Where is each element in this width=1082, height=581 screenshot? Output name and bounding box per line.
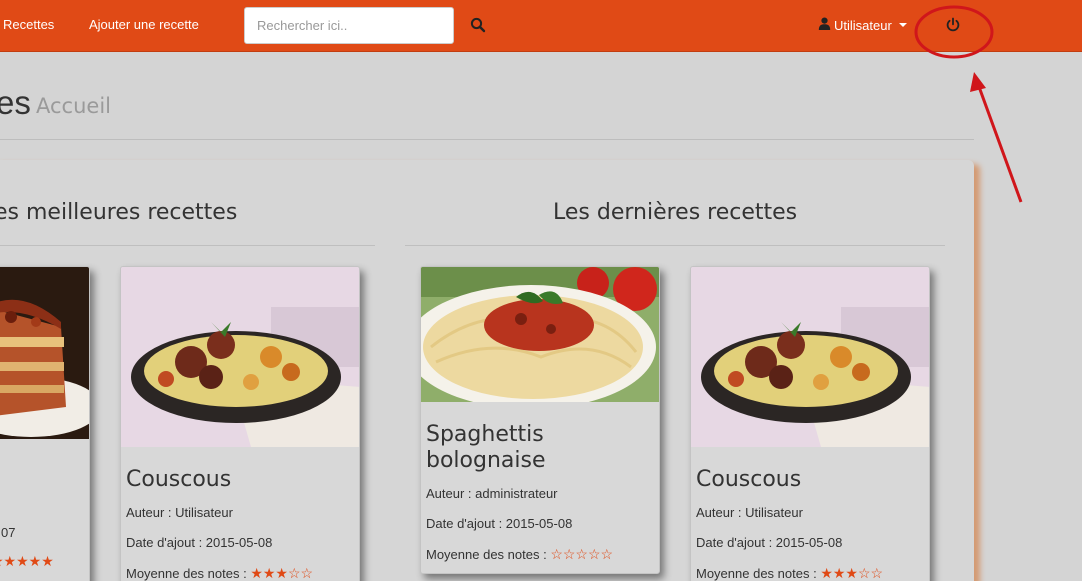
annotation-arrowhead: [970, 72, 986, 92]
recipe-date: Date d'ajout : 2015-05-08: [696, 535, 843, 550]
recipe-author: Auteur : Utilisateur: [696, 505, 803, 520]
best-recipes-divider: [0, 245, 375, 246]
page-subtitle: Accueil: [36, 94, 111, 118]
recipe-rating-label: Moyenne des notes :: [696, 566, 817, 581]
nav-recettes-link[interactable]: Recettes: [3, 17, 54, 32]
search-input[interactable]: [244, 7, 454, 44]
user-menu-label: Utilisateur: [834, 17, 892, 33]
best-recipes-title: es meilleures recettes: [0, 200, 238, 225]
recipe-title[interactable]: Couscous: [126, 467, 231, 493]
search-icon[interactable]: [469, 16, 487, 34]
recipe-author: Auteur : Utilisateur: [126, 505, 233, 520]
annotation-arrow: [976, 83, 1023, 203]
top-navbar: Recettes Ajouter une recette Utilisateur: [0, 0, 1082, 52]
recipe-date: Date d'ajout : 2015-05-08: [126, 535, 273, 550]
recipe-title[interactable]: Spaghettis bolognaise: [426, 422, 659, 474]
latest-recipes-title: Les dernières recettes: [553, 200, 798, 225]
recipe-rating-stars: ★★★☆☆: [820, 565, 884, 581]
recipe-rating: Moyenne des notes : ★★★☆☆: [126, 565, 313, 581]
recipe-title[interactable]: Couscous: [696, 467, 801, 493]
recipe-card-lasagna[interactable]: 07 ★★★★★: [0, 266, 90, 581]
recipe-date-fragment: 07: [1, 525, 16, 540]
header-divider: [0, 139, 974, 140]
user-icon: [818, 17, 831, 33]
recipe-card-spaghettis[interactable]: Spaghettis bolognaise Auteur : administr…: [420, 266, 660, 574]
recipe-rating-label: Moyenne des notes :: [426, 547, 547, 562]
recipe-rating: Moyenne des notes : ★★★☆☆: [696, 565, 883, 581]
latest-recipes-divider: [405, 245, 945, 246]
recipe-card-couscous-best[interactable]: Couscous Auteur : Utilisateur Date d'ajo…: [120, 266, 360, 581]
recipe-card-couscous-latest[interactable]: Couscous Auteur : Utilisateur Date d'ajo…: [690, 266, 930, 581]
recipe-image-lasagna: [0, 267, 89, 439]
recipe-rating-stars: ☆☆☆☆☆: [550, 546, 614, 562]
caret-down-icon: [898, 23, 907, 27]
user-menu-dropdown[interactable]: Utilisateur: [818, 17, 907, 33]
recipe-date: Date d'ajout : 2015-05-08: [426, 516, 573, 531]
power-icon[interactable]: [944, 16, 962, 34]
nav-add-recipe-link[interactable]: Ajouter une recette: [89, 17, 199, 32]
recipe-rating-stars: ★★★☆☆: [250, 565, 314, 581]
page-title: es: [0, 84, 31, 121]
recipe-rating-label: Moyenne des notes :: [126, 566, 247, 581]
recipe-rating-stars: ★★★★★: [0, 553, 54, 569]
recipe-image-couscous: [121, 267, 359, 447]
recipe-image-couscous: [691, 267, 929, 447]
recipe-rating: Moyenne des notes : ☆☆☆☆☆: [426, 546, 613, 563]
recipe-image-spaghettis: [421, 267, 659, 402]
recipe-author: Auteur : administrateur: [426, 486, 558, 501]
